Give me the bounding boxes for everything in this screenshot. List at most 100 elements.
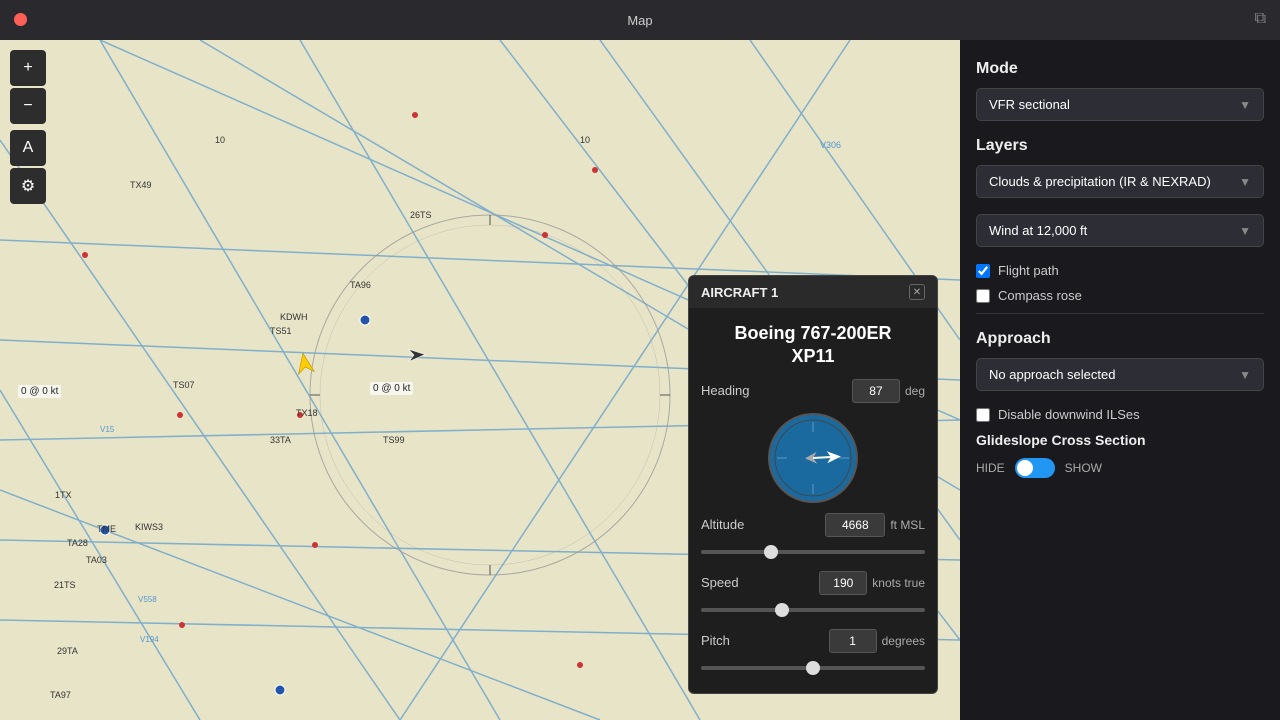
pitch-label: Pitch — [701, 633, 730, 648]
map-label-29ta: 29TA — [57, 646, 78, 656]
speed-input[interactable] — [819, 571, 867, 595]
altitude-label: Altitude — [701, 517, 744, 532]
altitude-input-group: ft MSL — [825, 513, 925, 537]
pitch-slider-container — [689, 655, 937, 681]
glideslope-toggle[interactable] — [1015, 458, 1055, 478]
mode-section-title: Mode — [976, 60, 1264, 78]
airway-v194: V194 — [140, 635, 159, 644]
altitude-unit: ft MSL — [890, 518, 925, 532]
approach-dropdown[interactable]: No approach selected ▼ — [976, 358, 1264, 391]
airway-v558: V558 — [138, 595, 157, 604]
expand-icon[interactable]: ⧉ — [1255, 10, 1266, 28]
aircraft-panel-title: AIRCRAFT 1 — [701, 285, 778, 300]
layer1-value: Clouds & precipitation (IR & NEXRAD) — [989, 174, 1211, 189]
compass-rose-label: Compass rose — [998, 288, 1082, 303]
map-label-ts99: TS99 — [383, 435, 405, 445]
layer1-dropdown-arrow: ▼ — [1239, 175, 1251, 189]
right-panel: Mode VFR sectional ▼ Layers Clouds & pre… — [960, 40, 1280, 720]
map-area[interactable]: + − A ⚙ 0 @ 0 kt 0 @ 0 kt 10 10 26TS TX4… — [0, 40, 960, 720]
map-label-33ta: 33TA — [270, 435, 291, 445]
heading-input-group: deg — [852, 379, 925, 403]
map-label-1tx: 1TX — [55, 490, 72, 500]
map-label-21ts: 21TS — [54, 580, 76, 590]
divider1 — [976, 313, 1264, 314]
speed-label-1: 0 @ 0 kt — [18, 385, 61, 398]
map-toolbar: + − A ⚙ — [10, 50, 46, 204]
heading-unit: deg — [905, 384, 925, 398]
heading-label: Heading — [701, 383, 749, 398]
speed-row: Speed knots true — [689, 565, 937, 597]
settings-map-button[interactable]: ⚙ — [10, 168, 46, 204]
layer2-value: Wind at 12,000 ft — [989, 223, 1087, 238]
aircraft-panel-header: AIRCRAFT 1 ✕ — [689, 276, 937, 308]
approach-section: Approach No approach selected ▼ Disable … — [976, 330, 1264, 478]
map-label-ta96: TA96 — [350, 280, 371, 290]
glideslope-title: Glideslope Cross Section — [976, 432, 1264, 448]
aircraft-panel: AIRCRAFT 1 ✕ Boeing 767-200ERXP11 Headin… — [688, 275, 938, 694]
zoom-out-button[interactable]: − — [10, 88, 46, 124]
zoom-in-button[interactable]: + — [10, 50, 46, 86]
heading-input[interactable] — [852, 379, 900, 403]
heading-row: Heading deg — [689, 373, 937, 405]
flight-path-checkbox[interactable] — [976, 264, 990, 278]
speed-slider-container — [689, 597, 937, 623]
layer2-dropdown[interactable]: Wind at 12,000 ft ▼ — [976, 214, 1264, 247]
pitch-row: Pitch degrees — [689, 623, 937, 655]
map-label-ta03: TA03 — [86, 555, 107, 565]
map-label-tx49: TX49 — [130, 180, 152, 190]
glideslope-toggle-row: HIDE SHOW — [976, 458, 1264, 478]
main-layout: + − A ⚙ 0 @ 0 kt 0 @ 0 kt 10 10 26TS TX4… — [0, 40, 1280, 720]
airway-v306: V306 — [820, 140, 841, 150]
speed-unit: knots true — [872, 576, 925, 590]
map-label-26ts: 26TS — [410, 210, 432, 220]
layer2-dropdown-arrow: ▼ — [1239, 224, 1251, 238]
window-title: Map — [627, 13, 652, 28]
speed-label: Speed — [701, 575, 739, 590]
disable-ils-label: Disable downwind ILSes — [998, 407, 1140, 422]
layer1-dropdown[interactable]: Clouds & precipitation (IR & NEXRAD) ▼ — [976, 165, 1264, 198]
altitude-slider-container — [689, 539, 937, 565]
pitch-slider[interactable] — [701, 666, 925, 670]
pitch-input[interactable] — [829, 629, 877, 653]
map-label-tme: TME — [97, 524, 116, 534]
layers-section-title: Layers — [976, 137, 1264, 155]
map-label-ts51: TS51 — [270, 326, 292, 336]
titlebar: Map ⧉ — [0, 0, 1280, 40]
map-label-kdwh: KDWH — [280, 312, 308, 322]
heading-dial[interactable] — [768, 413, 858, 503]
disable-ils-checkbox[interactable] — [976, 408, 990, 422]
glideslope-section: Glideslope Cross Section HIDE SHOW — [976, 432, 1264, 478]
pitch-input-group: degrees — [829, 629, 925, 653]
map-label-tx18: TX18 — [296, 408, 318, 418]
map-label-ta97: TA97 — [50, 690, 71, 700]
speed-input-group: knots true — [819, 571, 925, 595]
airway-v15: V15 — [100, 425, 114, 434]
map-label-ts07: TS07 — [173, 380, 195, 390]
compass-rose-checkbox[interactable] — [976, 289, 990, 303]
close-button[interactable] — [14, 13, 27, 26]
mode-dropdown-arrow: ▼ — [1239, 98, 1251, 112]
approach-dropdown-arrow: ▼ — [1239, 368, 1251, 382]
speed-label-2: 0 @ 0 kt — [370, 382, 413, 395]
altitude-row: Altitude ft MSL — [689, 507, 937, 539]
flight-path-row: Flight path — [976, 263, 1264, 278]
map-label-10a: 10 — [215, 135, 225, 145]
map-label-kiws3: KIWS3 — [135, 522, 163, 532]
speed-slider[interactable] — [701, 608, 925, 612]
map-label-ta28: TA28 — [67, 538, 88, 548]
map-label-10b: 10 — [580, 135, 590, 145]
altitude-input[interactable] — [825, 513, 885, 537]
approach-value: No approach selected — [989, 367, 1115, 382]
toggle-hide-label: HIDE — [976, 461, 1005, 475]
waypoint-button[interactable]: A — [10, 130, 46, 166]
mode-dropdown[interactable]: VFR sectional ▼ — [976, 88, 1264, 121]
altitude-slider[interactable] — [701, 550, 925, 554]
heading-dial-container — [689, 405, 937, 507]
aircraft-name: Boeing 767-200ERXP11 — [689, 308, 937, 373]
approach-section-title: Approach — [976, 330, 1264, 348]
aircraft-panel-close[interactable]: ✕ — [909, 284, 925, 300]
disable-ils-row: Disable downwind ILSes — [976, 407, 1264, 422]
compass-rose-row: Compass rose — [976, 288, 1264, 303]
mode-value: VFR sectional — [989, 97, 1070, 112]
flight-path-label: Flight path — [998, 263, 1059, 278]
